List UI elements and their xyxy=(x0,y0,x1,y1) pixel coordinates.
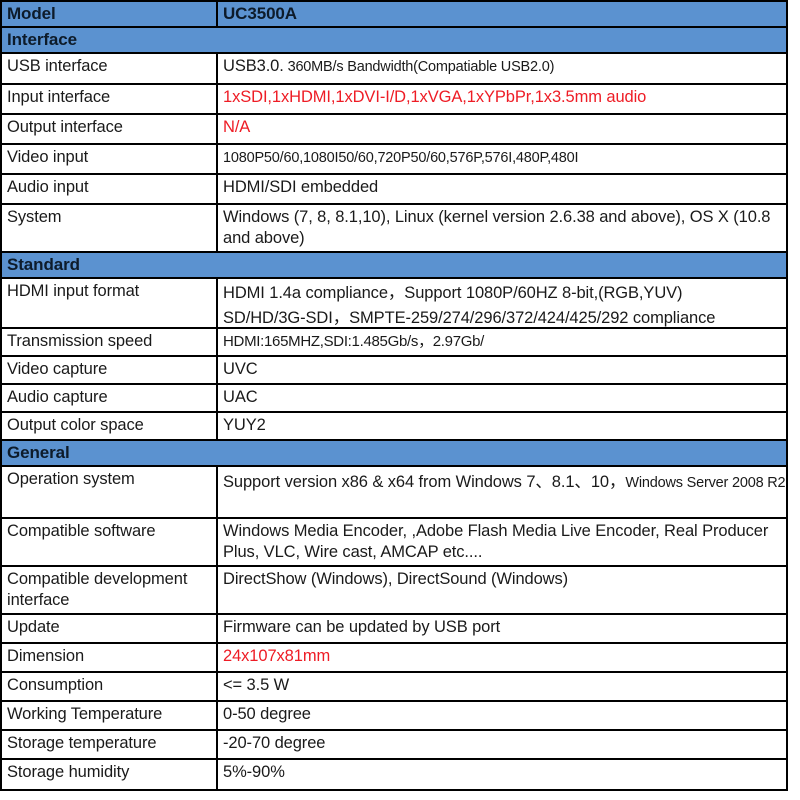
value-main-text: UVC xyxy=(223,360,258,378)
table-row: Input interface 1xSDI,1xHDMI,1xDVI-I/D,1… xyxy=(2,85,786,115)
value-main-text: YUY2 xyxy=(223,416,266,434)
model-header-row: Model UC3500A xyxy=(2,2,786,28)
specification-table: Model UC3500A Interface USB interface US… xyxy=(0,0,788,791)
row-label: Consumption xyxy=(2,673,218,700)
section-title-standard: Standard xyxy=(7,255,80,274)
value-main-text: 0-50 degree xyxy=(223,705,311,723)
table-row: USB interface USB3.0. 360MB/s Bandwidth(… xyxy=(2,54,786,85)
value-small-text: 1080P50/60,1080I50/60,720P50/60,576P,576… xyxy=(223,150,579,166)
section-header-interface: Interface xyxy=(2,28,786,54)
row-label: Video input xyxy=(2,145,218,173)
row-value: 0-50 degree xyxy=(218,702,786,729)
table-row: Consumption <= 3.5 W xyxy=(2,673,786,702)
row-value: Windows Media Encoder, ,Adobe Flash Medi… xyxy=(218,519,786,565)
model-label: Model xyxy=(2,2,218,26)
row-label: Compatible development interface xyxy=(2,567,218,613)
row-label: Audio capture xyxy=(2,385,218,411)
row-label: Storage humidity xyxy=(2,760,218,789)
table-row: Compatible development interface DirectS… xyxy=(2,567,786,615)
row-label: Working Temperature xyxy=(2,702,218,729)
table-row: Dimension 24x107x81mm xyxy=(2,644,786,673)
value-main-text: Windows Media Encoder, ,Adobe Flash Medi… xyxy=(223,522,769,561)
row-value: 5%-90% xyxy=(218,760,786,789)
row-value: YUY2 xyxy=(218,413,786,439)
value-main-text: DirectShow (Windows), DirectSound (Windo… xyxy=(223,570,569,588)
value-small-text: 360MB/s Bandwidth(Compatiable USB2.0) xyxy=(283,59,555,75)
row-value: HDMI 1.4a compliance，Support 1080P/60HZ … xyxy=(218,279,786,327)
table-row: Storage humidity 5%-90% xyxy=(2,760,786,789)
section-title-interface: Interface xyxy=(7,30,77,49)
table-row: Update Firmware can be updated by USB po… xyxy=(2,615,786,644)
value-line-1: HDMI 1.4a compliance，Support 1080P/60HZ … xyxy=(223,284,683,302)
table-row: Working Temperature 0-50 degree xyxy=(2,702,786,731)
row-value: Windows (7, 8, 8.1,10), Linux (kernel ve… xyxy=(218,205,786,251)
value-main-text: 24x107x81mm xyxy=(223,647,331,665)
value-main-text: 5%-90% xyxy=(223,763,285,781)
value-main-text: Windows (7, 8, 8.1,10), Linux (kernel ve… xyxy=(223,208,771,247)
row-value: UVC xyxy=(218,357,786,383)
row-label: Storage temperature xyxy=(2,731,218,758)
row-value: HDMI/SDI embedded xyxy=(218,175,786,203)
row-label: Dimension xyxy=(2,644,218,671)
row-value: N/A xyxy=(218,115,786,143)
value-main-text: USB3.0. xyxy=(223,57,284,75)
value-main-text: UAC xyxy=(223,388,258,406)
row-label: Compatible software xyxy=(2,519,218,565)
row-label: Video capture xyxy=(2,357,218,383)
row-label: Output interface xyxy=(2,115,218,143)
row-value: Firmware can be updated by USB port xyxy=(218,615,786,642)
row-label: Operation system xyxy=(2,467,218,517)
value-main-text: HDMI/SDI embedded xyxy=(223,178,379,196)
row-label: USB interface xyxy=(2,54,218,83)
table-row: Transmission speed HDMI:165MHZ,SDI:1.485… xyxy=(2,329,786,357)
value-line-2: SD/HD/3G-SDI，SMPTE-259/274/296/372/424/4… xyxy=(223,309,716,327)
table-row: Video input 1080P50/60,1080I50/60,720P50… xyxy=(2,145,786,175)
value-main-text: N/A xyxy=(223,118,251,136)
row-label: Update xyxy=(2,615,218,642)
table-row: Video capture UVC xyxy=(2,357,786,385)
row-label: Transmission speed xyxy=(2,329,218,355)
table-row: Compatible software Windows Media Encode… xyxy=(2,519,786,567)
table-row: Audio capture UAC xyxy=(2,385,786,413)
row-value: USB3.0. 360MB/s Bandwidth(Compatiable US… xyxy=(218,54,786,83)
row-value: 1xSDI,1xHDMI,1xDVI-I/D,1xVGA,1xYPbPr,1x3… xyxy=(218,85,786,113)
table-row: Operation system Support version x86 & x… xyxy=(2,467,786,519)
row-value: -20-70 degree xyxy=(218,731,786,758)
row-label: Output color space xyxy=(2,413,218,439)
table-row: Output interface N/A xyxy=(2,115,786,145)
model-value: UC3500A xyxy=(223,4,297,23)
section-header-standard: Standard xyxy=(2,253,786,279)
value-main-text: -20-70 degree xyxy=(223,734,326,752)
row-value: 24x107x81mm xyxy=(218,644,786,671)
row-value: DirectShow (Windows), DirectSound (Windo… xyxy=(218,567,786,613)
row-label: HDMI input format xyxy=(2,279,218,327)
value-small-text: Windows Server 2008 R2 xyxy=(625,475,786,491)
value-main-text: Firmware can be updated by USB port xyxy=(223,618,501,636)
row-value: HDMI:165MHZ,SDI:1.485Gb/s，2.97Gb/ xyxy=(218,329,786,355)
section-header-general: General xyxy=(2,441,786,467)
row-value: <= 3.5 W xyxy=(218,673,786,700)
table-row: Storage temperature -20-70 degree xyxy=(2,731,786,760)
value-main-text: 1xSDI,1xHDMI,1xDVI-I/D,1xVGA,1xYPbPr,1x3… xyxy=(223,88,647,106)
row-value: UAC xyxy=(218,385,786,411)
row-value: Support version x86 & x64 from Windows 7… xyxy=(218,467,786,517)
table-row: System Windows (7, 8, 8.1,10), Linux (ke… xyxy=(2,205,786,253)
row-value: 1080P50/60,1080I50/60,720P50/60,576P,576… xyxy=(218,145,786,173)
value-main-text: Support version x86 & x64 from Windows 7… xyxy=(223,473,626,491)
value-small-text: HDMI:165MHZ,SDI:1.485Gb/s，2.97Gb/ xyxy=(223,333,485,350)
value-main-text: <= 3.5 W xyxy=(223,676,290,694)
row-label: System xyxy=(2,205,218,251)
section-title-general: General xyxy=(7,443,70,462)
table-row: Audio input HDMI/SDI embedded xyxy=(2,175,786,205)
row-label: Audio input xyxy=(2,175,218,203)
table-row: Output color space YUY2 xyxy=(2,413,786,441)
table-row: HDMI input format HDMI 1.4a compliance，S… xyxy=(2,279,786,329)
row-label: Input interface xyxy=(2,85,218,113)
